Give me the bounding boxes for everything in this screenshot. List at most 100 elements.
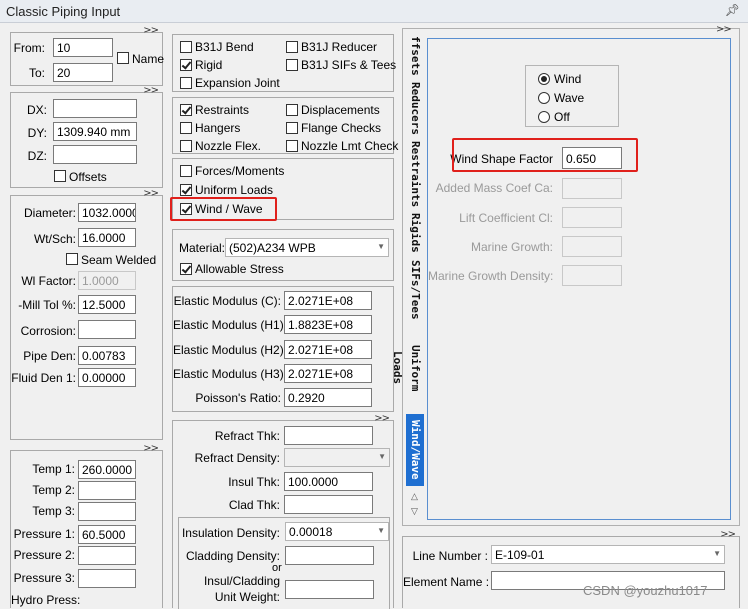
uniform-loads-label: Uniform Loads (195, 183, 274, 197)
collapse-chevron-icon[interactable]: >> (716, 24, 732, 35)
offsets-checkbox[interactable] (54, 170, 66, 182)
wind-radio[interactable] (538, 73, 550, 85)
forces-moments-checkbox[interactable] (180, 165, 192, 177)
wind-radio-label: Wind (554, 72, 582, 86)
diameter-input[interactable]: 1032.0000 (78, 203, 136, 222)
rigid-label: Rigid (195, 58, 223, 72)
nozzle-flex-label: Nozzle Flex. (195, 139, 262, 153)
elastic-h1-input[interactable]: 1.8823E+08 (284, 315, 372, 334)
hangers-checkbox[interactable] (180, 122, 192, 134)
b31j-bend-checkbox[interactable] (180, 41, 192, 53)
allowable-stress-label: Allowable Stress (195, 262, 284, 276)
wind-wave-panel: Wind Wave Off Wind Shape Factor 0.650 Ad… (427, 38, 731, 520)
collapse-chevron-icon[interactable]: >> (143, 443, 159, 454)
elastic-h3-input[interactable]: 2.0271E+08 (284, 364, 372, 383)
wind-shape-factor-highlight (452, 138, 638, 172)
b31j-sifs-checkbox[interactable] (286, 59, 298, 71)
tab-uniform-loads[interactable]: Uniform Loads (391, 326, 424, 410)
uniform-loads-checkbox[interactable] (180, 184, 192, 196)
collapse-chevron-icon[interactable]: >> (720, 529, 736, 540)
collapse-chevron-icon[interactable]: >> (143, 85, 159, 96)
insul-density-label: Insulation Density: (181, 526, 280, 540)
lift-coef-input (562, 207, 622, 228)
refract-density-select[interactable]: ▼ (284, 448, 390, 467)
tab-restraints[interactable]: Restraints (406, 140, 424, 208)
wave-radio[interactable] (538, 92, 550, 104)
chevron-down-icon: ▼ (377, 242, 385, 251)
tab-reducers[interactable]: Reducers (406, 80, 424, 136)
line-number-label: Line Number : (412, 549, 488, 563)
collapse-chevron-icon[interactable]: >> (143, 188, 159, 199)
pipe-den-input[interactable]: 0.00783 (78, 346, 136, 365)
clad-density-input[interactable] (285, 546, 374, 565)
from-input[interactable]: 10 (53, 38, 113, 57)
b31j-reducer-checkbox[interactable] (286, 41, 298, 53)
refract-thk-input[interactable] (284, 426, 373, 445)
pressure2-input[interactable] (78, 546, 136, 565)
tab-scroll-down-icon[interactable]: ▽ (411, 506, 418, 517)
dy-input[interactable]: 1309.940 mm (53, 122, 137, 141)
rigid-checkbox[interactable] (180, 59, 192, 71)
tab-sifs-tees[interactable]: SIFs/Tees (406, 258, 424, 322)
restraints-checkbox[interactable] (180, 104, 192, 116)
wt-sch-input[interactable]: 16.0000 (78, 228, 136, 247)
flange-checks-checkbox[interactable] (286, 122, 298, 134)
nozzle-lmt-checkbox[interactable] (286, 140, 298, 152)
temp1-input[interactable]: 260.0000 (78, 460, 136, 479)
pipe-panel: >> Diameter: 1032.0000 Wt/Sch: 16.0000 S… (10, 188, 163, 440)
chevron-down-icon: ▼ (377, 526, 385, 535)
elastic-h1-label: Elastic Modulus (H1): (173, 318, 288, 332)
allowable-stress-checkbox[interactable] (180, 263, 192, 275)
nodes-panel: >> From: 10 To: 20 Name (10, 25, 164, 86)
b31j-bend-label: B31J Bend (195, 40, 254, 54)
offsets-label: Offsets (69, 170, 107, 184)
dx-input[interactable] (53, 99, 137, 118)
wl-factor-input: 1.0000 (78, 271, 136, 290)
to-input[interactable]: 20 (53, 63, 113, 82)
mill-tol-input[interactable]: 12.5000 (78, 295, 136, 314)
temp2-label: Temp 2: (32, 483, 75, 497)
pin-icon[interactable]: 📌︎ (725, 3, 740, 17)
dz-input[interactable] (53, 145, 137, 164)
insul-density-select[interactable]: 0.00018 ▼ (285, 522, 389, 541)
watermark: CSDN @youzhu1017 (583, 583, 708, 598)
nozzle-lmt-label: Nozzle Lmt Check (301, 139, 399, 153)
tab-scroll-up-icon[interactable]: △ (411, 491, 418, 502)
seam-welded-checkbox[interactable] (66, 253, 78, 265)
poisson-input[interactable]: 0.2920 (284, 388, 372, 407)
forces-moments-label: Forces/Moments (195, 164, 285, 178)
pressure1-input[interactable]: 60.5000 (78, 525, 136, 544)
line-number-select[interactable]: E-109-01 ▼ (491, 545, 725, 564)
temp3-input[interactable] (78, 502, 136, 521)
name-checkbox[interactable] (117, 52, 129, 64)
elastic-h2-input[interactable]: 2.0271E+08 (284, 340, 372, 359)
fluid-den-input[interactable]: 0.00000 (78, 368, 136, 387)
nozzle-flex-checkbox[interactable] (180, 140, 192, 152)
dx-label: DX: (26, 103, 47, 117)
collapse-chevron-icon[interactable]: >> (143, 25, 159, 36)
pressure3-label: Pressure 3: (13, 571, 75, 585)
off-radio[interactable] (538, 111, 550, 123)
collapse-chevron-icon[interactable]: >> (374, 413, 390, 424)
insul-clad-unit-weight-input[interactable] (285, 580, 374, 599)
pressure3-input[interactable] (78, 569, 136, 588)
marine-growth-label: Marine Growth: (470, 240, 553, 254)
tab-rigids[interactable]: Rigids (406, 212, 424, 254)
elastic-c-input[interactable]: 2.0271E+08 (284, 291, 372, 310)
pressure1-label: Pressure 1: (13, 527, 75, 541)
displacements-checkbox[interactable] (286, 104, 298, 116)
insul-thk-label: Insul Thk: (228, 475, 280, 489)
tab-wind-wave[interactable]: Wind/Wave (406, 414, 424, 486)
insul-thk-input[interactable]: 100.0000 (284, 472, 373, 491)
corrosion-input[interactable] (78, 320, 136, 339)
expansion-joint-checkbox[interactable] (180, 77, 192, 89)
clad-thk-input[interactable] (284, 495, 373, 514)
mill-tol-label: -Mill Tol %: (18, 298, 76, 312)
temp2-input[interactable] (78, 481, 136, 500)
title-bar: Classic Piping Input 📌︎ (0, 0, 748, 23)
chevron-down-icon: ▼ (378, 452, 386, 461)
tab-offsets[interactable]: ffsets (406, 36, 424, 76)
element-name-label: Element Name : (403, 575, 490, 589)
material-select[interactable]: (502)A234 WPB ▼ (225, 238, 389, 257)
poisson-label: Poisson's Ratio: (195, 391, 281, 405)
